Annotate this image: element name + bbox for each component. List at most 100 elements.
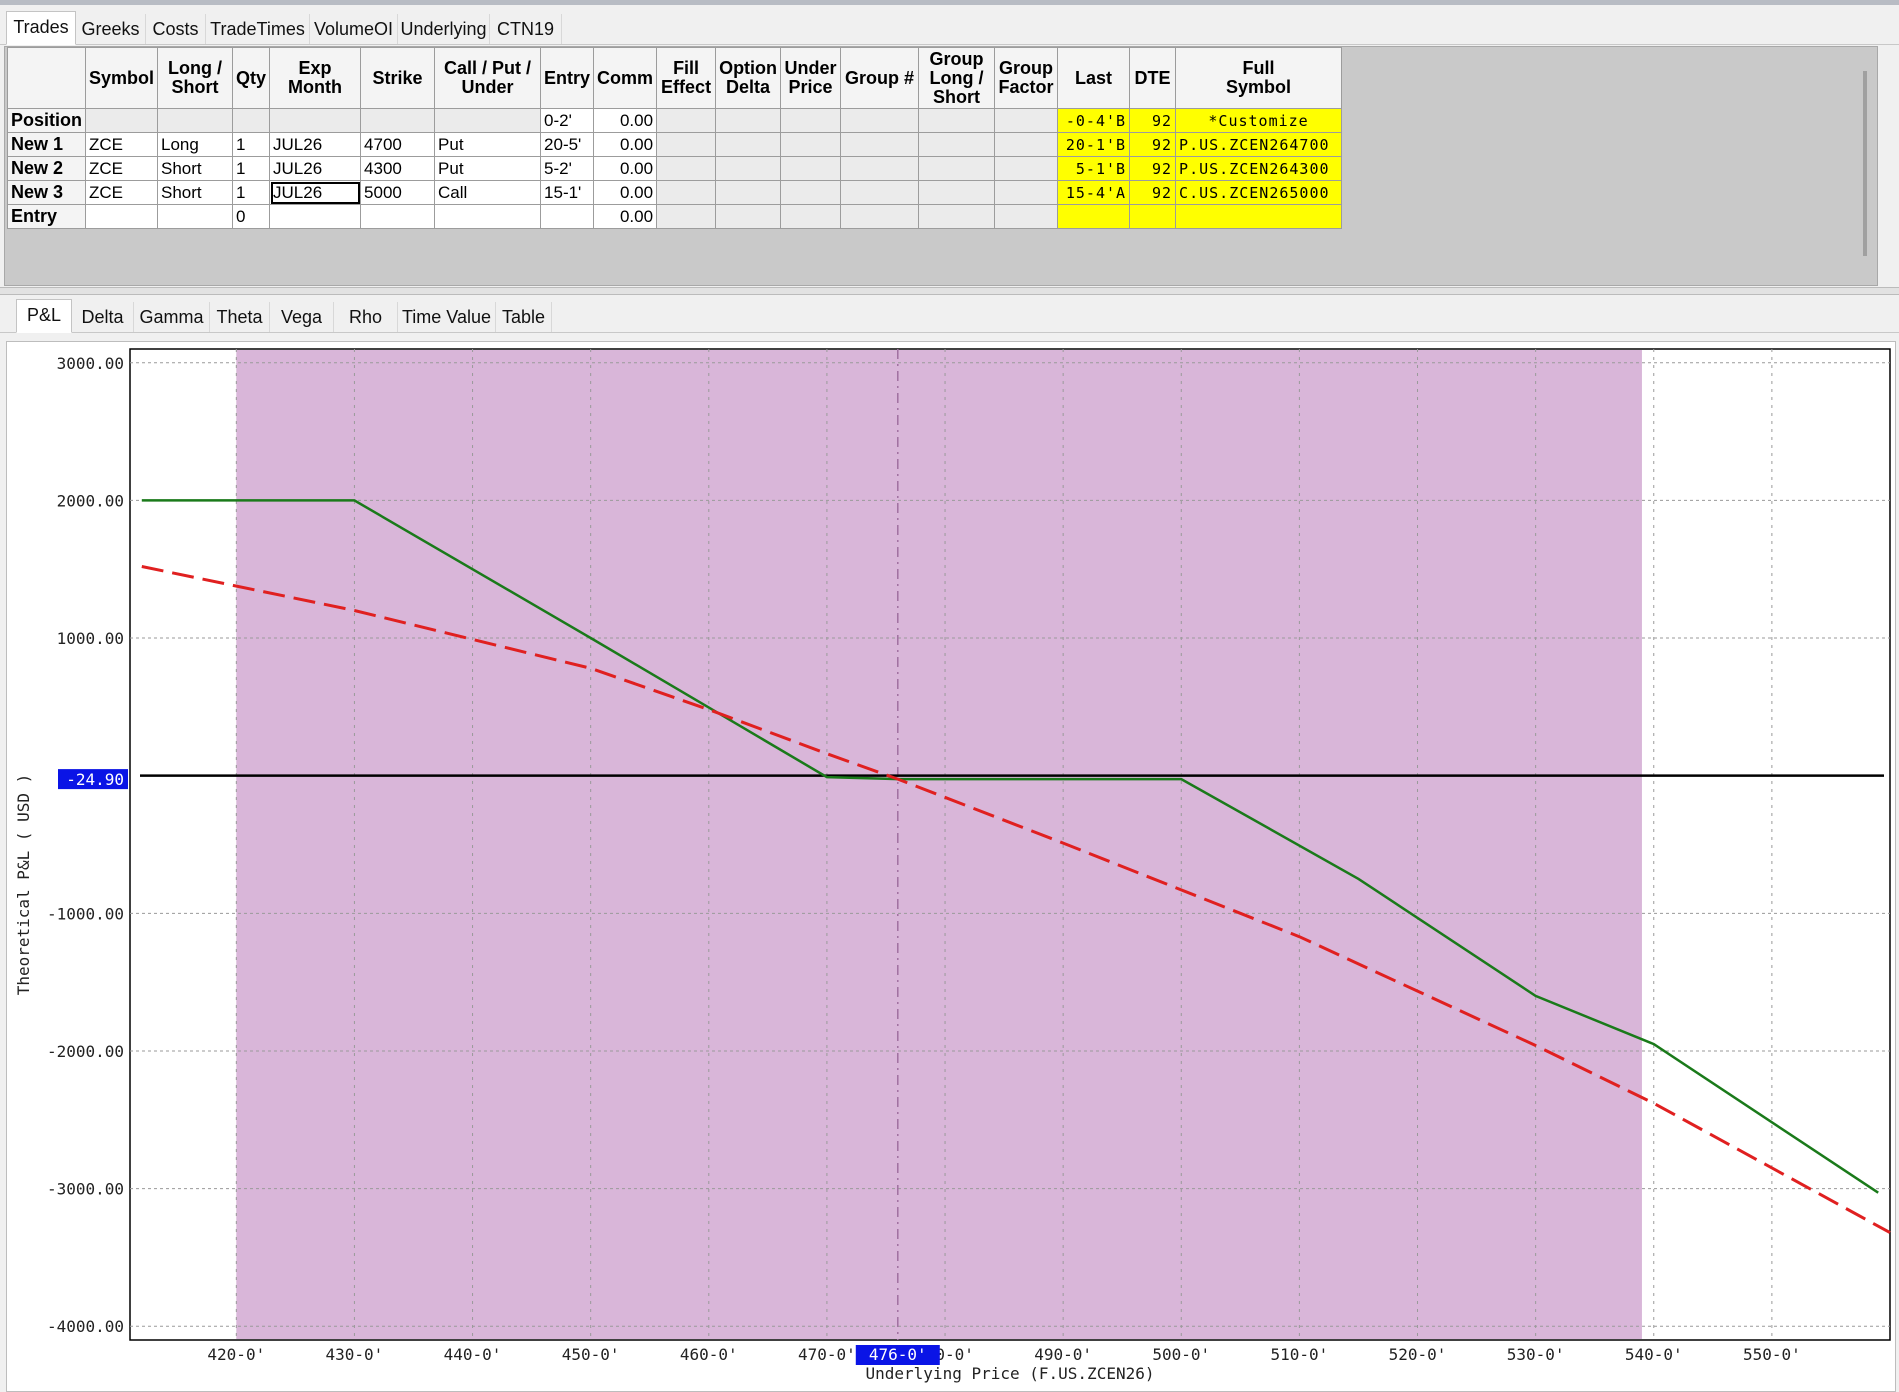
cell-strike[interactable]: 4700 <box>360 132 436 157</box>
cell-qty[interactable]: 1 <box>232 180 271 205</box>
table-row[interactable]: Position 0-2' 0.00 -0-4'B 92 *Customize <box>7 108 1343 133</box>
column-header[interactable]: Symbol <box>84 47 159 109</box>
cell-empty[interactable] <box>656 156 717 181</box>
column-header[interactable]: Group Factor <box>994 47 1059 109</box>
column-header[interactable] <box>7 47 86 109</box>
tab-volumeoi[interactable]: VolumeOI <box>310 14 398 44</box>
cell-exp[interactable]: JUL26 <box>269 132 362 157</box>
cell-empty[interactable] <box>918 156 996 181</box>
column-header[interactable]: Under Price <box>780 47 842 109</box>
cell-symbol[interactable]: ZCE <box>84 156 159 181</box>
tab-trades[interactable]: Trades <box>6 11 76 45</box>
table-row[interactable]: New 2 ZCE Short 1 JUL26 4300 Put 5-2' 0.00 5-1'B 9… <box>7 156 1343 181</box>
cell-empty[interactable] <box>994 204 1059 229</box>
grid-scrollbar[interactable] <box>1863 71 1867 256</box>
tab-costs[interactable]: Costs <box>146 14 206 44</box>
column-header[interactable]: Entry <box>540 47 595 109</box>
cell-empty[interactable] <box>780 180 842 205</box>
cell-empty[interactable] <box>994 156 1059 181</box>
cell-strike[interactable]: 5000 <box>360 180 436 205</box>
cell-long-short[interactable]: Short <box>157 180 234 205</box>
cell-long-short[interactable]: Short <box>157 156 234 181</box>
cell-qty[interactable]: 1 <box>232 156 271 181</box>
cell-empty[interactable] <box>656 180 717 205</box>
cell-empty[interactable] <box>994 180 1059 205</box>
cell-strike[interactable]: 4300 <box>360 156 436 181</box>
cell-long-short[interactable] <box>157 108 234 133</box>
cell-empty[interactable] <box>840 204 920 229</box>
column-header[interactable]: Last <box>1057 47 1131 109</box>
cell-empty[interactable] <box>715 132 782 157</box>
cell-empty[interactable] <box>994 108 1059 133</box>
tab-underlying[interactable]: Underlying <box>398 14 490 44</box>
cell-qty[interactable]: 0 <box>232 204 271 229</box>
cell-empty[interactable] <box>656 132 717 157</box>
cell-strike[interactable] <box>360 204 436 229</box>
column-header[interactable]: Long / Short <box>157 47 234 109</box>
cell-cpu[interactable] <box>434 204 542 229</box>
cell-cpu[interactable]: Put <box>434 156 542 181</box>
cell-empty[interactable] <box>918 204 996 229</box>
tab-rho[interactable]: Rho <box>334 302 398 332</box>
cell-empty[interactable] <box>918 108 996 133</box>
cell-empty[interactable] <box>656 204 717 229</box>
column-header[interactable]: Group Long / Short <box>918 47 996 109</box>
tab-vega[interactable]: Vega <box>270 302 334 332</box>
tab-gamma[interactable]: Gamma <box>134 302 210 332</box>
cell-qty[interactable] <box>232 108 271 133</box>
column-header[interactable]: Full Symbol <box>1175 47 1343 109</box>
column-header[interactable]: Strike <box>360 47 436 109</box>
cell-entry[interactable] <box>540 204 595 229</box>
cell-entry[interactable]: 20-5' <box>540 132 595 157</box>
cell-empty[interactable] <box>918 180 996 205</box>
cell-empty[interactable] <box>918 132 996 157</box>
tab-delta[interactable]: Delta <box>72 302 134 332</box>
tab-ctn19[interactable]: CTN19 <box>490 14 562 44</box>
panel-splitter[interactable] <box>0 287 1899 295</box>
cell-cpu[interactable] <box>434 108 542 133</box>
column-header[interactable]: Call / Put / Under <box>434 47 542 109</box>
cell-comm[interactable]: 0.00 <box>593 132 658 157</box>
column-header[interactable]: DTE <box>1129 47 1177 109</box>
table-row[interactable]: Entry 0 0.00 <box>7 204 1343 229</box>
tab-tradetimes[interactable]: TradeTimes <box>206 14 310 44</box>
cell-empty[interactable] <box>780 132 842 157</box>
table-row[interactable]: New 3 ZCE Short 1 JUL26 5000 Call 15-1' 0.00 15-4… <box>7 180 1343 205</box>
cell-qty[interactable]: 1 <box>232 132 271 157</box>
cell-symbol[interactable] <box>84 108 159 133</box>
column-header[interactable]: Qty <box>232 47 271 109</box>
cell-empty[interactable] <box>656 108 717 133</box>
cell-comm[interactable]: 0.00 <box>593 204 658 229</box>
cell-long-short[interactable] <box>157 204 234 229</box>
cell-empty[interactable] <box>780 156 842 181</box>
tab-theta[interactable]: Theta <box>210 302 270 332</box>
cell-empty[interactable] <box>780 204 842 229</box>
cell-strike[interactable] <box>360 108 436 133</box>
column-header[interactable]: Comm <box>593 47 658 109</box>
cell-empty[interactable] <box>715 108 782 133</box>
cell-empty[interactable] <box>715 156 782 181</box>
cell-cpu[interactable]: Call <box>434 180 542 205</box>
cell-empty[interactable] <box>840 132 920 157</box>
cell-entry[interactable]: 15-1' <box>540 180 595 205</box>
column-header[interactable]: Group # <box>840 47 920 109</box>
cell-empty[interactable] <box>715 180 782 205</box>
cell-empty[interactable] <box>715 204 782 229</box>
cell-entry[interactable]: 0-2' <box>540 108 595 133</box>
cell-comm[interactable]: 0.00 <box>593 156 658 181</box>
tab-table[interactable]: Table <box>496 302 552 332</box>
tab-time-value[interactable]: Time Value <box>398 302 496 332</box>
cell-cpu[interactable]: Put <box>434 132 542 157</box>
cell-symbol[interactable]: ZCE <box>84 180 159 205</box>
column-header[interactable]: Exp Month <box>269 47 362 109</box>
cell-empty[interactable] <box>780 108 842 133</box>
cell-exp[interactable] <box>269 204 362 229</box>
cell-exp[interactable]: JUL26 <box>269 180 362 205</box>
cell-empty[interactable] <box>994 132 1059 157</box>
tab-greeks[interactable]: Greeks <box>76 14 146 44</box>
cell-symbol[interactable] <box>84 204 159 229</box>
table-row[interactable]: New 1 ZCE Long 1 JUL26 4700 Put 20-5' 0.00 20-1'B… <box>7 132 1343 157</box>
cell-long-short[interactable]: Long <box>157 132 234 157</box>
cell-symbol[interactable]: ZCE <box>84 132 159 157</box>
cell-empty[interactable] <box>840 180 920 205</box>
